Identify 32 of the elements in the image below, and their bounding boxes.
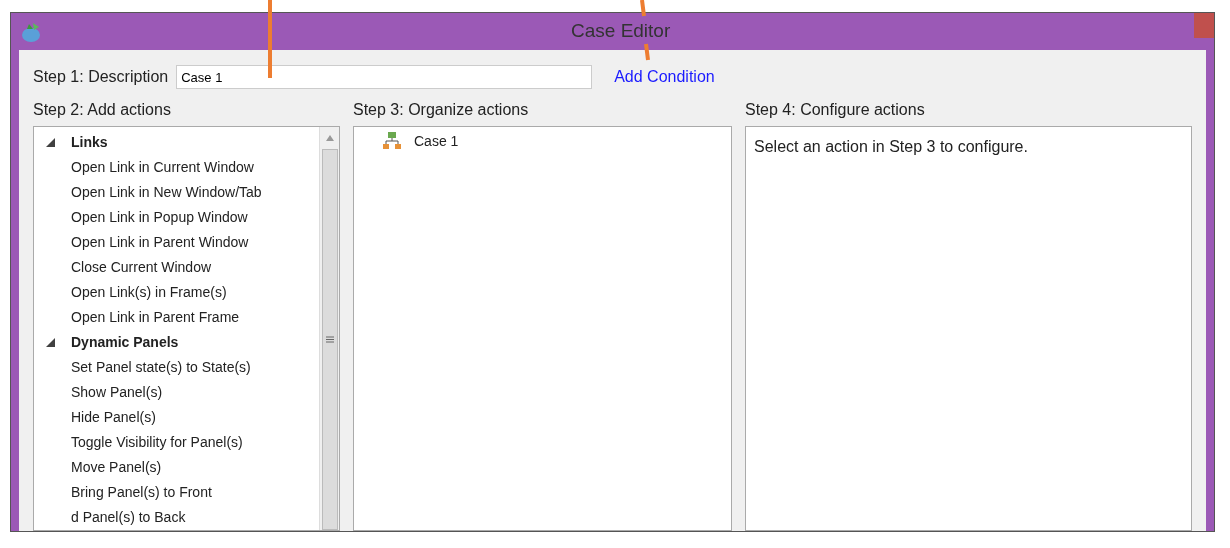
action-item[interactable]: Move Panel(s) [34, 455, 162, 480]
scroll-thumb[interactable] [321, 149, 338, 530]
action-item[interactable]: Hide Panel(s) [34, 405, 156, 430]
action-item[interactable]: Open Link in Current Window [34, 155, 254, 180]
action-item[interactable]: Open Link in New Window/Tab [34, 180, 262, 205]
action-item[interactable]: Open Link in Parent Window [34, 230, 249, 255]
instruction-text: Select an action in Step 3 to configure. [754, 138, 1028, 155]
expand-triangle-icon[interactable] [46, 338, 55, 347]
action-item[interactable]: Bring Panel(s) to Front [34, 480, 212, 505]
case-tree-icon [382, 131, 402, 151]
add-condition-link[interactable]: Add Condition [614, 65, 715, 89]
action-item[interactable]: d Panel(s) to Back [34, 505, 186, 530]
action-item[interactable]: Close Current Window [34, 255, 212, 280]
group-label[interactable]: Links [71, 132, 108, 153]
scroll-up-icon[interactable] [325, 135, 334, 141]
section-heading: Step 4: Configure actions [745, 100, 926, 120]
action-item[interactable]: Toggle Visibility for Panel(s) [34, 430, 243, 455]
section-heading: Step 3: Organize actions [353, 100, 530, 120]
window-title: Case Editor [571, 19, 671, 44]
case-item[interactable]: Case 1 [414, 130, 459, 152]
action-item[interactable]: Show Panel(s) [34, 380, 163, 405]
expand-triangle-icon[interactable] [46, 138, 55, 147]
field-label: Step 1: Description [33, 67, 169, 87]
scrollbar[interactable] [319, 127, 339, 530]
group-label[interactable]: Dynamic Panels [71, 332, 179, 353]
action-item[interactable]: Open Link(s) in Frame(s) [34, 280, 227, 305]
description-field[interactable]: Case 1 [176, 65, 593, 89]
action-item[interactable]: Open Link in Popup Window [34, 205, 248, 230]
action-item[interactable]: Set Panel state(s) to State(s) [34, 355, 251, 380]
grip-icon [325, 336, 334, 343]
action-item[interactable]: Open Link in Parent Frame [34, 305, 240, 330]
section-heading: Step 2: Add actions [33, 100, 172, 120]
